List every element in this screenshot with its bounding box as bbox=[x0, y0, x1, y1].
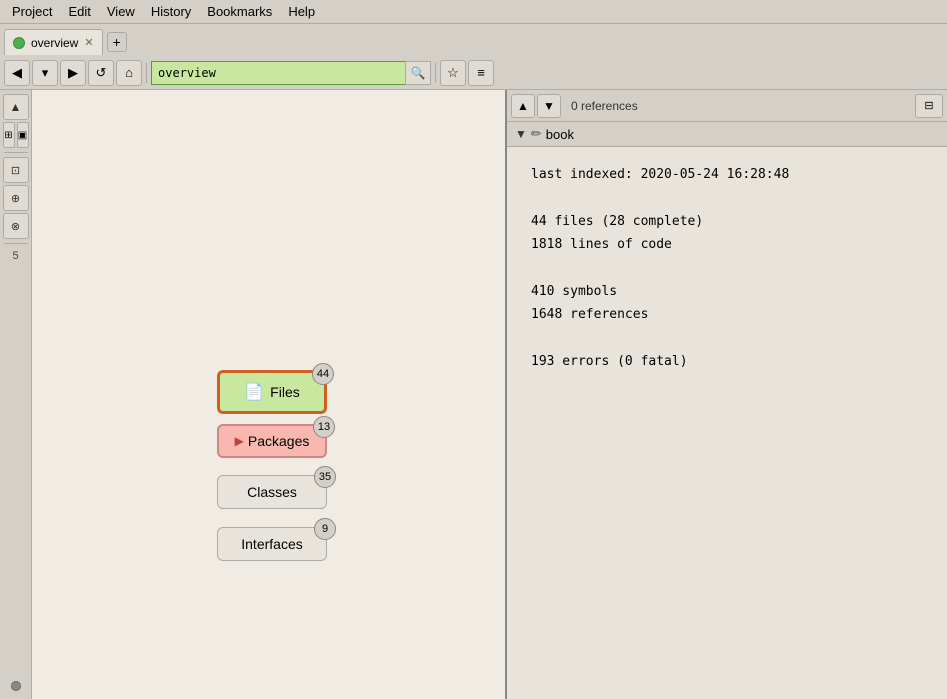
packages-arrow-icon: ▶ bbox=[235, 434, 244, 448]
ref-options-button[interactable]: ⊟ bbox=[915, 94, 943, 118]
tab-overview[interactable]: overview ✕ bbox=[4, 29, 103, 55]
file-icon: 📄 bbox=[244, 382, 264, 402]
search-input[interactable] bbox=[151, 61, 405, 85]
panel-left-button[interactable]: ⊞ bbox=[3, 122, 15, 148]
tree-panel: ▼ ✏ book bbox=[507, 122, 947, 147]
action-btn-2[interactable]: ⊕ bbox=[3, 185, 29, 211]
classes-badge: 35 bbox=[314, 466, 336, 488]
main-area: ▲ ⊞ ▣ ⊡ ⊕ ⊗ 5 📄 Files 44 bbox=[0, 90, 947, 699]
toolbar: ◀ ▾ ▶ ↺ ⌂ 🔍 ☆ ≡ bbox=[0, 56, 947, 90]
node-interfaces[interactable]: Interfaces 9 bbox=[217, 527, 327, 561]
menu-help[interactable]: Help bbox=[280, 2, 323, 21]
errors-count: 193 errors (0 fatal) bbox=[531, 350, 923, 373]
menubar: Project Edit View History Bookmarks Help bbox=[0, 0, 947, 24]
new-tab-button[interactable]: + bbox=[107, 32, 127, 52]
right-toolbar: ▲ ▼ 0 references ⊟ bbox=[507, 90, 947, 122]
slider-handle[interactable] bbox=[11, 681, 21, 691]
reload-button[interactable]: ↺ bbox=[88, 60, 114, 86]
menu-edit[interactable]: Edit bbox=[60, 2, 98, 21]
packages-badge: 13 bbox=[313, 416, 335, 438]
ref-up-button[interactable]: ▲ bbox=[511, 94, 535, 118]
action-btn-1[interactable]: ⊡ bbox=[3, 157, 29, 183]
spacer-2 bbox=[531, 257, 923, 280]
lines-count: 1818 lines of code bbox=[531, 233, 923, 256]
back-button[interactable]: ◀ bbox=[4, 60, 30, 86]
classes-label: Classes bbox=[247, 484, 297, 500]
action-btn-3[interactable]: ⊗ bbox=[3, 213, 29, 239]
search-box: 🔍 bbox=[151, 61, 431, 85]
bookmark-button[interactable]: ☆ bbox=[440, 60, 466, 86]
toolbar-separator-2 bbox=[435, 63, 436, 83]
history-dropdown-button[interactable]: ▾ bbox=[32, 60, 58, 86]
files-label: Files bbox=[270, 384, 300, 400]
last-indexed: last indexed: 2020-05-24 16:28:48 bbox=[531, 163, 923, 186]
tree-toggle-button[interactable]: ▼ bbox=[515, 127, 527, 141]
interfaces-label: Interfaces bbox=[241, 536, 302, 552]
home-button[interactable]: ⌂ bbox=[116, 60, 142, 86]
sidebar-divider-2 bbox=[4, 243, 28, 244]
ref-count-label: 0 references bbox=[563, 99, 913, 113]
traffic-light-icon bbox=[13, 37, 25, 49]
collapse-up-button[interactable]: ▲ bbox=[3, 94, 29, 120]
node-classes[interactable]: Classes 35 bbox=[217, 475, 327, 509]
menu-history[interactable]: History bbox=[143, 2, 199, 21]
panel-right-button[interactable]: ▣ bbox=[17, 122, 29, 148]
menu-project[interactable]: Project bbox=[4, 2, 60, 21]
menu-bookmarks[interactable]: Bookmarks bbox=[199, 2, 280, 21]
ref-down-button[interactable]: ▼ bbox=[537, 94, 561, 118]
references-count: 1648 references bbox=[531, 303, 923, 326]
tabbar: overview ✕ + bbox=[0, 24, 947, 56]
packages-label: Packages bbox=[248, 433, 309, 449]
search-go-button[interactable]: 🔍 bbox=[405, 61, 431, 85]
menu-view[interactable]: View bbox=[99, 2, 143, 21]
files-count: 44 files (28 complete) bbox=[531, 210, 923, 233]
tree-book-label: book bbox=[546, 127, 574, 142]
tab-title: overview bbox=[31, 36, 78, 50]
node-packages[interactable]: ▶ Packages 13 bbox=[217, 424, 327, 458]
files-badge: 44 bbox=[312, 363, 334, 385]
canvas-area: 📄 Files 44 ▶ Packages 13 Classes 35 Inte… bbox=[32, 90, 505, 699]
sidebar-number: 5 bbox=[12, 248, 18, 264]
interfaces-badge: 9 bbox=[314, 518, 336, 540]
left-sidebar: ▲ ⊞ ▣ ⊡ ⊕ ⊗ 5 bbox=[0, 90, 32, 699]
toolbar-separator bbox=[146, 63, 147, 83]
tab-close-button[interactable]: ✕ bbox=[84, 36, 93, 49]
sidebar-divider-1 bbox=[4, 152, 28, 153]
symbols-count: 410 symbols bbox=[531, 280, 923, 303]
tree-label: ✏ book bbox=[531, 126, 574, 142]
spacer-3 bbox=[531, 327, 923, 350]
pencil-icon: ✏ bbox=[531, 126, 542, 142]
node-files[interactable]: 📄 Files 44 bbox=[217, 370, 327, 414]
panel-buttons: ⊞ ▣ bbox=[3, 122, 29, 148]
right-panel: ▲ ▼ 0 references ⊟ ▼ ✏ book last indexed… bbox=[507, 90, 947, 699]
spacer-1 bbox=[531, 186, 923, 209]
info-content: last indexed: 2020-05-24 16:28:48 44 fil… bbox=[507, 147, 947, 699]
sidebar-slider-area bbox=[11, 266, 21, 699]
left-panel: ▲ ⊞ ▣ ⊡ ⊕ ⊗ 5 📄 Files 44 bbox=[0, 90, 507, 699]
more-button[interactable]: ≡ bbox=[468, 60, 494, 86]
forward-button[interactable]: ▶ bbox=[60, 60, 86, 86]
